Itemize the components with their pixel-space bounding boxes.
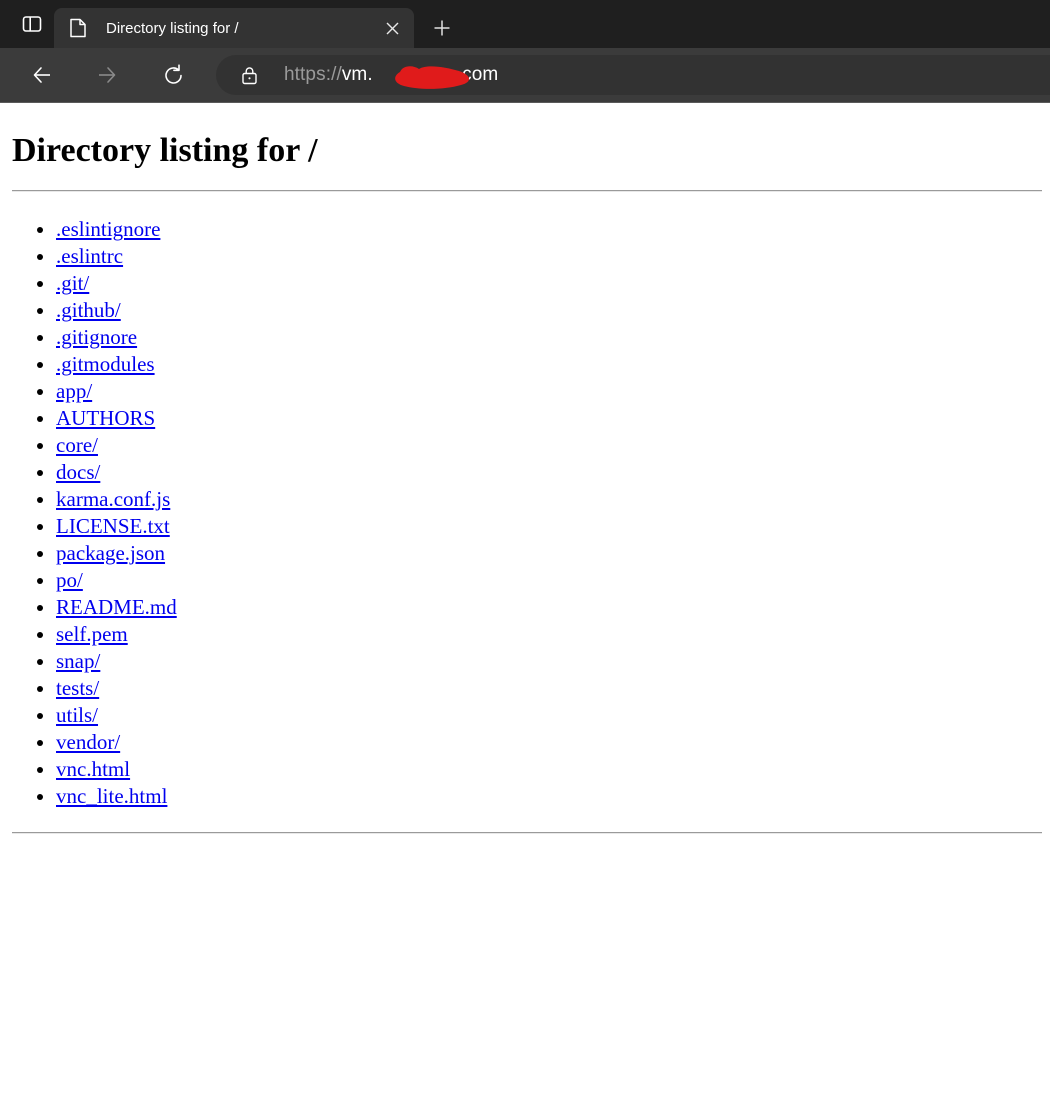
directory-entry-link[interactable]: tests/ [56, 676, 99, 700]
directory-entry-link[interactable]: core/ [56, 433, 98, 457]
url-host-tail: com [462, 64, 498, 85]
list-item: tests/ [56, 675, 1042, 702]
directory-entry-link[interactable]: LICENSE.txt [56, 514, 170, 538]
arrow-right-icon [95, 63, 119, 87]
list-item: snap/ [56, 648, 1042, 675]
directory-entry-link[interactable]: .git/ [56, 271, 89, 295]
list-item: app/ [56, 378, 1042, 405]
divider-top [12, 190, 1042, 192]
directory-entry-link[interactable]: snap/ [56, 649, 100, 673]
divider-bottom [12, 832, 1042, 834]
list-item: .gitignore [56, 324, 1042, 351]
lock-icon[interactable] [238, 64, 260, 86]
arrow-left-icon [30, 63, 54, 87]
directory-entry-link[interactable]: .eslintrc [56, 244, 123, 268]
browser-window: Directory listing for / [0, 0, 1050, 1119]
directory-entry-link[interactable]: AUTHORS [56, 406, 155, 430]
document-icon [68, 18, 88, 38]
reload-icon [161, 63, 186, 88]
list-item: core/ [56, 432, 1042, 459]
tab-strip: Directory listing for / [0, 0, 1050, 48]
list-item: .git/ [56, 270, 1042, 297]
close-icon [385, 21, 400, 36]
list-item: package.json [56, 540, 1042, 567]
list-item: docs/ [56, 459, 1042, 486]
directory-entry-link[interactable]: .eslintignore [56, 217, 160, 241]
directory-entry-link[interactable]: vnc_lite.html [56, 784, 167, 808]
address-bar-url: https://vm.XXXXXXXcom [284, 64, 498, 86]
list-item: vnc.html [56, 756, 1042, 783]
list-item: vnc_lite.html [56, 783, 1042, 810]
list-item: .eslintrc [56, 243, 1042, 270]
directory-entry-link[interactable]: app/ [56, 379, 92, 403]
directory-entry-link[interactable]: .github/ [56, 298, 121, 322]
list-item: karma.conf.js [56, 486, 1042, 513]
address-bar[interactable]: https://vm.XXXXXXXcom [216, 55, 1050, 95]
browser-tab-active[interactable]: Directory listing for / [54, 8, 414, 48]
forward-button[interactable] [89, 57, 125, 93]
list-item: vendor/ [56, 729, 1042, 756]
url-scheme: https:// [284, 64, 342, 85]
tab-title: Directory listing for / [106, 20, 378, 37]
directory-entry-link[interactable]: README.md [56, 595, 177, 619]
directory-entry-link[interactable]: .gitmodules [56, 352, 155, 376]
plus-icon [432, 18, 452, 38]
list-item: LICENSE.txt [56, 513, 1042, 540]
list-item: self.pem [56, 621, 1042, 648]
browser-toolbar: https://vm.XXXXXXXcom [0, 48, 1050, 103]
url-host-head: vm. [342, 64, 373, 85]
reload-button[interactable] [155, 57, 191, 93]
directory-entry-link[interactable]: vendor/ [56, 730, 120, 754]
directory-entry-link[interactable]: karma.conf.js [56, 487, 170, 511]
page-viewport: Directory listing for / .eslintignore .e… [0, 103, 1050, 1119]
directory-entry-link[interactable]: package.json [56, 541, 165, 565]
new-tab-button[interactable] [424, 10, 460, 46]
directory-entry-link[interactable]: utils/ [56, 703, 98, 727]
directory-entry-list: .eslintignore .eslintrc .git/ .github/ .… [8, 216, 1042, 810]
list-item: README.md [56, 594, 1042, 621]
directory-entry-link[interactable]: docs/ [56, 460, 100, 484]
tab-close-button[interactable] [378, 14, 406, 42]
tab-actions-button[interactable] [12, 4, 52, 44]
list-item: AUTHORS [56, 405, 1042, 432]
list-item: .gitmodules [56, 351, 1042, 378]
list-item: .eslintignore [56, 216, 1042, 243]
page-title: Directory listing for / [12, 132, 1042, 169]
directory-entry-link[interactable]: vnc.html [56, 757, 130, 781]
directory-entry-link[interactable]: .gitignore [56, 325, 137, 349]
directory-entry-link[interactable]: po/ [56, 568, 83, 592]
list-item: po/ [56, 567, 1042, 594]
directory-listing-document: Directory listing for / .eslintignore .e… [0, 103, 1050, 842]
vertical-tabs-icon [21, 13, 43, 35]
list-item: .github/ [56, 297, 1042, 324]
back-button[interactable] [24, 57, 60, 93]
list-item: utils/ [56, 702, 1042, 729]
directory-entry-link[interactable]: self.pem [56, 622, 128, 646]
